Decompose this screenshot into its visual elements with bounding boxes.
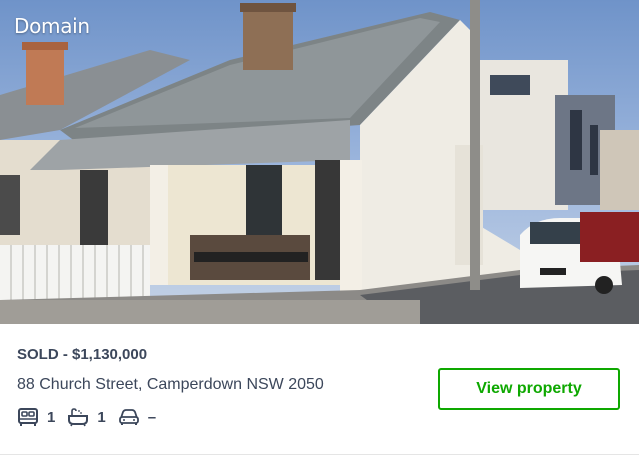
property-address: 88 Church Street, Camperdown NSW 2050 <box>17 376 324 393</box>
bathrooms-count: 1 <box>97 408 106 426</box>
parking-feature: – <box>118 407 156 427</box>
domain-logo: Domain <box>14 14 90 38</box>
car-icon <box>118 409 139 425</box>
listing-details: SOLD - $1,130,000 88 Church Street, Camp… <box>0 324 639 455</box>
property-photo-illustration <box>0 0 639 324</box>
parking-count: – <box>147 408 157 426</box>
property-photo[interactable]: Domain <box>0 0 639 324</box>
bed-icon <box>18 408 38 426</box>
bathrooms-feature: 1 <box>67 407 106 427</box>
bedrooms-feature: 1 <box>17 407 55 427</box>
bedrooms-count: 1 <box>47 408 56 426</box>
property-features: 1 1 – <box>17 407 168 427</box>
bath-icon <box>68 408 89 427</box>
listing-card[interactable]: Domain SOLD - $1,130,000 88 Church Stree… <box>0 0 639 455</box>
view-property-button[interactable]: View property <box>438 368 620 410</box>
sold-price: SOLD - $1,130,000 <box>17 346 148 363</box>
